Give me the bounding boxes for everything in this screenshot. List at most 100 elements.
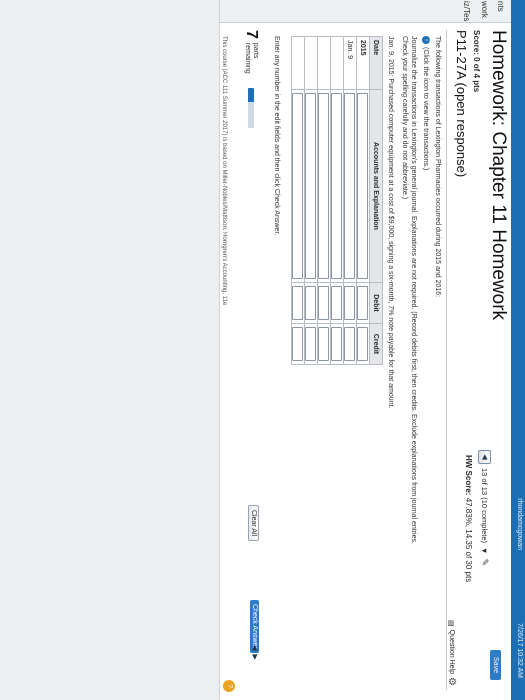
- credit-cell: [317, 323, 331, 365]
- browser-top-bar: rhondamcgowan 7/26/17 10:32 AM: [511, 0, 525, 700]
- hw-score-value: 47.83%, 14.35 of 30 pts: [464, 497, 473, 583]
- help-icon[interactable]: ?: [223, 680, 235, 692]
- debit-cell: [291, 282, 305, 324]
- question-dropdown-icon[interactable]: ▼: [480, 547, 489, 554]
- date-cell: [317, 36, 331, 90]
- parts-progress-bar: [248, 87, 254, 128]
- credit-input[interactable]: [292, 327, 304, 361]
- hw-score: HW Score: 47.83%, 14.35 of 30 pts: [464, 455, 473, 582]
- table-row: 2015: [356, 36, 370, 365]
- credit-input[interactable]: [318, 327, 330, 361]
- debit-header: Debit: [369, 282, 383, 324]
- account-cell: [317, 89, 331, 283]
- transaction-text: Jan. 9, 2015: Purchased computer equipme…: [387, 36, 394, 409]
- credit-cell: [291, 323, 305, 365]
- info-icon[interactable]: i: [422, 36, 430, 44]
- date-cell: [304, 36, 318, 90]
- debit-input[interactable]: [331, 286, 343, 320]
- score-text: Score: 0 of 4 pts: [472, 30, 481, 93]
- parts-remaining: 7 parts remaining: [242, 30, 260, 128]
- journal-header-row: Date Accounts and Explanation Debit Cred…: [369, 36, 383, 365]
- year-cell: 2015: [356, 36, 370, 90]
- debit-input[interactable]: [292, 286, 304, 320]
- accounts-header: Accounts and Explanation: [369, 89, 383, 283]
- desk-background: [0, 0, 220, 700]
- question-help-label[interactable]: Question Help: [448, 630, 455, 674]
- user-info: rhondamcgowan: [516, 498, 523, 550]
- journalize-text: Journalize the transactions in Lexington…: [410, 36, 417, 544]
- account-cell: [291, 89, 305, 283]
- credit-input[interactable]: [357, 327, 369, 361]
- credit-cell: [304, 323, 318, 365]
- left-nav-item[interactable]: iz/Tes: [462, 1, 471, 21]
- previous-question-button[interactable]: ◀: [478, 450, 491, 464]
- credit-input[interactable]: [344, 327, 356, 361]
- credit-input[interactable]: [331, 327, 343, 361]
- credit-cell: [330, 323, 344, 365]
- save-button[interactable]: Save: [490, 650, 501, 680]
- debit-cell: [356, 282, 370, 324]
- account-cell: [304, 89, 318, 283]
- clear-all-button[interactable]: Clear All: [248, 505, 259, 542]
- table-row: Jan. 9: [343, 36, 357, 365]
- debit-input[interactable]: [344, 286, 356, 320]
- question-position: 13 of 13 (10 complete): [480, 468, 489, 544]
- date-cell: Jan. 9: [343, 36, 357, 90]
- account-input[interactable]: [318, 93, 330, 279]
- pencil-icon[interactable]: ✎: [479, 558, 490, 566]
- debit-input[interactable]: [357, 286, 369, 320]
- debit-cell: [343, 282, 357, 324]
- prev-arrow-icon[interactable]: ◀: [251, 645, 258, 654]
- account-input[interactable]: [292, 93, 304, 279]
- debit-input[interactable]: [305, 286, 317, 320]
- enter-hint: Enter any number in the edit fields and …: [273, 36, 280, 236]
- problem-title: P11-27A (open response): [454, 30, 469, 178]
- divider: [446, 30, 447, 690]
- icon-hint-text: (Click the icon to view the transactions…: [422, 47, 430, 171]
- spelling-text: Check your spelling carefully and do not…: [401, 36, 408, 200]
- account-input[interactable]: [357, 93, 369, 279]
- debit-cell: [304, 282, 318, 324]
- left-nav-item[interactable]: work: [480, 1, 489, 18]
- account-cell: [343, 89, 357, 283]
- account-input[interactable]: [344, 93, 356, 279]
- account-cell: [330, 89, 344, 283]
- transactions-hint: i (Click the icon to view the transaction…: [422, 36, 430, 170]
- question-help[interactable]: ▤ Question Help ⚙: [446, 620, 457, 686]
- next-arrow-icon[interactable]: ▶: [251, 654, 258, 663]
- credit-input[interactable]: [305, 327, 317, 361]
- parts-label-2: remaining: [244, 42, 251, 74]
- debit-cell: [330, 282, 344, 324]
- debit-input[interactable]: [318, 286, 330, 320]
- journal-table: Date Accounts and Explanation Debit Cred…: [291, 36, 383, 365]
- intro-text: The following transactions of Lexington …: [434, 36, 441, 298]
- progress-fill: [248, 87, 254, 102]
- question-pager: ◀▶: [251, 645, 259, 664]
- table-row: [330, 36, 344, 365]
- question-navigation: ◀ 13 of 13 (10 complete) ▼ ✎: [478, 450, 491, 566]
- credit-cell: [356, 323, 370, 365]
- clock: 7/26/17 10:32 AM: [516, 623, 523, 678]
- hw-score-label: HW Score:: [464, 455, 473, 496]
- date-cell: [291, 36, 305, 90]
- date-header: Date: [369, 36, 383, 90]
- table-row: [291, 36, 305, 365]
- account-input[interactable]: [331, 93, 343, 279]
- account-input[interactable]: [305, 93, 317, 279]
- parts-count: 7: [243, 30, 260, 39]
- gear-icon[interactable]: ⚙: [446, 677, 457, 686]
- table-row: [304, 36, 318, 365]
- credit-header: Credit: [369, 323, 383, 365]
- table-row: [317, 36, 331, 365]
- parts-label: parts remaining: [243, 43, 259, 74]
- debit-cell: [317, 282, 331, 324]
- list-icon: ▤: [447, 620, 455, 627]
- course-note: This course (ACC 111 Summer 2017) is bas…: [221, 36, 227, 306]
- account-cell: [356, 89, 370, 283]
- page-title: Homework: Chapter 11 Homework: [488, 30, 509, 321]
- parts-label-1: parts: [252, 42, 259, 59]
- left-nav-item[interactable]: nts: [496, 1, 505, 12]
- rotated-screen: rhondamcgowan 7/26/17 10:32 AM nts work …: [0, 0, 525, 700]
- credit-cell: [343, 323, 357, 365]
- date-cell: [330, 36, 344, 90]
